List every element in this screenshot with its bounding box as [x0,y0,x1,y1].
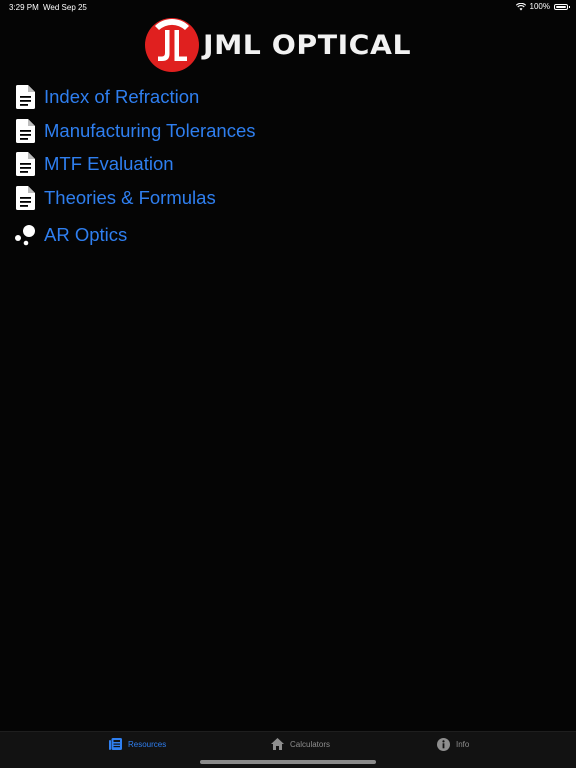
resource-item-ar-optics[interactable]: AR Optics [14,217,256,253]
status-bar: 3:29 PM Wed Sep 25 100% [0,0,576,14]
tab-label: Calculators [290,739,331,749]
app-screen: 3:29 PM Wed Sep 25 100% JML OPTICAL Inde… [0,0,576,768]
battery-icon [554,3,570,10]
resource-label: Manufacturing Tolerances [44,119,256,141]
resource-label: AR Optics [44,223,128,245]
document-icon [14,118,36,143]
resource-item-theories-formulas[interactable]: Theories & Formulas [14,181,256,215]
resource-item-index-of-refraction[interactable]: Index of Refraction [14,80,256,114]
bubbles-icon [14,223,36,247]
resource-item-manufacturing-tolerances[interactable]: Manufacturing Tolerances [14,114,256,148]
resource-item-mtf-evaluation[interactable]: MTF Evaluation [14,147,256,181]
home-indicator[interactable] [200,760,376,764]
logo-text: JML OPTICAL [203,29,412,61]
home-icon [271,738,284,750]
document-icon [14,84,36,109]
document-icon [14,152,36,177]
app-logo: JML OPTICAL [143,16,411,74]
newspaper-icon [109,738,122,750]
tab-bar: Resources Calculators Info [0,731,576,768]
resource-label: Index of Refraction [44,85,200,107]
battery-percent: 100% [529,2,550,11]
tab-resources[interactable]: Resources [109,738,166,750]
tab-info[interactable]: Info [437,738,469,751]
resource-label: MTF Evaluation [44,153,174,175]
status-date: Wed Sep 25 [43,3,87,12]
tab-label: Resources [128,739,167,749]
resource-label: Theories & Formulas [44,186,216,208]
status-time: 3:29 PM [9,3,39,12]
battery-level [556,5,566,8]
status-indicators: 100% [515,2,570,11]
document-icon [14,185,36,210]
info-icon [437,738,450,751]
resource-list: Index of Refraction Manufacturing Tolera… [14,80,256,253]
wifi-icon [515,2,526,10]
tab-label: Info [456,740,470,749]
tab-calculators[interactable]: Calculators [271,738,330,750]
jml-logo-mark [145,18,199,72]
